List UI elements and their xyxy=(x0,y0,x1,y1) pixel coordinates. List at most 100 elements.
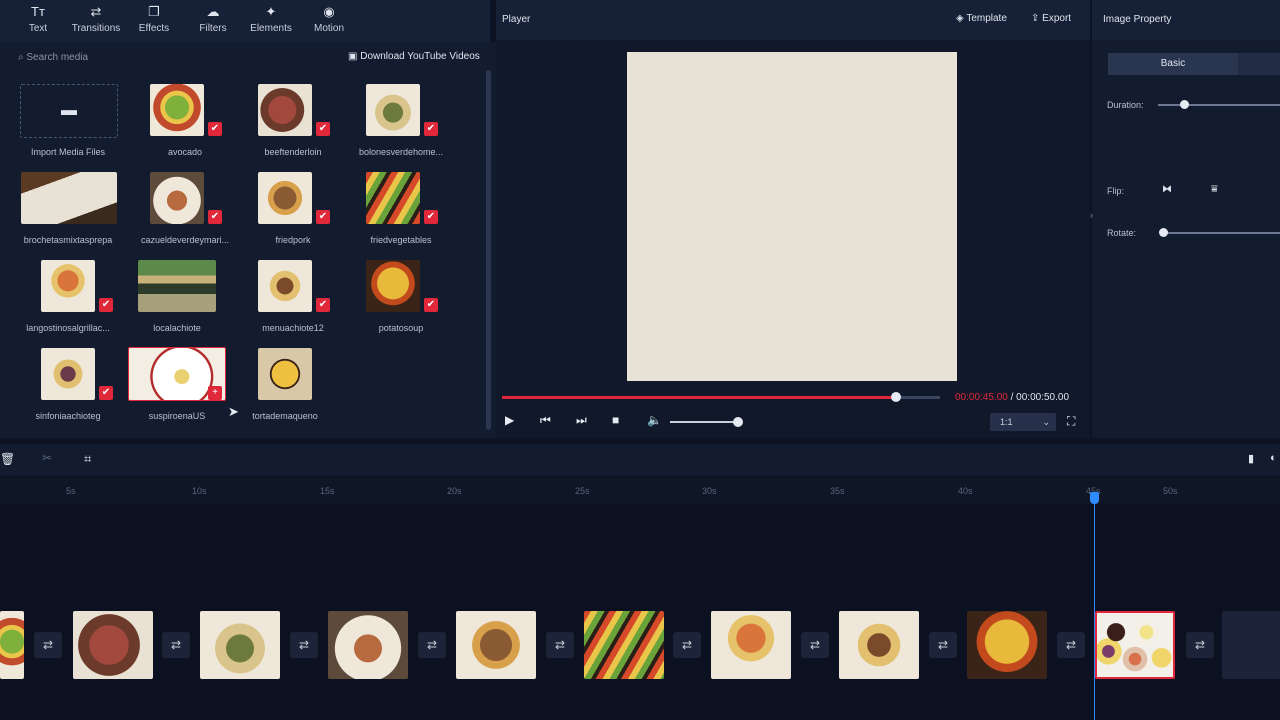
timeline-clip[interactable] xyxy=(967,611,1047,679)
timeline-clip[interactable] xyxy=(584,611,664,679)
transition-icon: ⇄ xyxy=(681,638,693,652)
ruler-tick: 30s xyxy=(702,486,717,496)
media-item-label: menuachiote12 xyxy=(262,323,324,333)
current-time: 00:00:45.00 xyxy=(955,392,1008,403)
mouse-cursor-icon: ➤ xyxy=(228,404,239,419)
zoom-fit-icon[interactable]: ▮ xyxy=(1248,452,1254,465)
media-item[interactable]: ✔ cazueldeverdeymari... xyxy=(130,172,240,258)
import-media-button[interactable]: ▬ xyxy=(20,84,118,138)
next-button[interactable]: ⏭ xyxy=(576,413,587,428)
search-media-input[interactable]: ⌕ Search media xyxy=(18,52,88,63)
volume-button[interactable]: 🔈 xyxy=(647,413,662,427)
duration-slider[interactable] xyxy=(1158,104,1280,106)
check-icon: ✔ xyxy=(316,122,330,136)
media-thumbnail xyxy=(258,260,312,312)
media-item-label: langostinosalgrillac... xyxy=(26,323,110,333)
transition-slot[interactable]: ⇄ xyxy=(418,632,446,658)
media-item[interactable]: ✔ sinfoniaachioteg xyxy=(13,348,123,434)
media-item[interactable]: ✔ bolonesverdehome... xyxy=(346,84,456,170)
playhead-handle[interactable] xyxy=(1090,492,1099,504)
media-item[interactable]: brochetasmixtasprepa xyxy=(13,172,123,258)
check-icon: ✔ xyxy=(316,298,330,312)
fullscreen-button[interactable]: ⛶ xyxy=(1067,414,1075,429)
media-item-label: sinfoniaachioteg xyxy=(35,411,101,421)
media-item[interactable]: ✔ langostinosalgrillac... xyxy=(13,260,123,346)
transition-slot[interactable]: ⇄ xyxy=(290,632,318,658)
total-time: 00:00:50.00 xyxy=(1016,392,1069,403)
media-item[interactable]: ✔ beeftenderloin xyxy=(238,84,348,170)
transition-slot[interactable]: ⇄ xyxy=(1186,632,1214,658)
volume-slider[interactable] xyxy=(670,421,742,423)
rotate-label: Rotate: xyxy=(1107,228,1137,238)
media-item[interactable]: ✔ potatosoup xyxy=(346,260,456,346)
media-item-label: beeftenderloin xyxy=(264,147,322,157)
tab-advanced[interactable] xyxy=(1238,53,1280,75)
timeline-clip[interactable] xyxy=(711,611,791,679)
ruler-tick: 10s xyxy=(192,486,207,496)
media-item-label: brochetasmixtasprepa xyxy=(23,235,113,245)
check-icon: ✔ xyxy=(424,122,438,136)
transition-icon: ⇄ xyxy=(554,638,566,652)
check-icon: ✔ xyxy=(99,298,113,312)
zoom-icon[interactable]: ◐ xyxy=(1270,452,1277,464)
flip-vertical-icon[interactable]: ⩸ xyxy=(1211,183,1218,196)
tool-transitions[interactable]: ⇄ Transitions xyxy=(66,4,126,34)
transition-icon: ⇄ xyxy=(298,638,310,652)
template-button[interactable]: ◈ Template xyxy=(956,13,1007,24)
media-scrollbar[interactable] xyxy=(486,70,491,430)
media-thumbnail xyxy=(258,348,312,400)
export-button[interactable]: ⇪ Export xyxy=(1031,13,1071,24)
tool-text-label: Text xyxy=(28,23,48,34)
media-item[interactable]: ✔ friedpork xyxy=(238,172,348,258)
transition-slot[interactable]: ⇄ xyxy=(162,632,190,658)
tool-text[interactable]: Tт Text xyxy=(8,4,68,34)
tab-basic-label: Basic xyxy=(1160,58,1186,69)
transition-slot[interactable]: ⇄ xyxy=(546,632,574,658)
rotate-handle[interactable] xyxy=(1159,228,1168,237)
rotate-slider[interactable] xyxy=(1160,232,1280,234)
tab-basic[interactable]: Basic xyxy=(1108,53,1238,75)
timeline-clip[interactable] xyxy=(328,611,408,679)
download-youtube-link[interactable]: ▣ Download YouTube Videos xyxy=(348,51,480,62)
ruler-tick: 40s xyxy=(958,486,973,496)
timeline-clip-selected[interactable] xyxy=(1095,611,1175,679)
tool-filters[interactable]: ☁ Filters xyxy=(183,4,243,34)
transition-slot[interactable]: ⇄ xyxy=(801,632,829,658)
media-thumbnail xyxy=(41,348,95,400)
transition-slot[interactable]: ⇄ xyxy=(34,632,62,658)
timeline-clip[interactable] xyxy=(456,611,536,679)
media-item[interactable]: tortademaqueno xyxy=(230,348,340,434)
timeline-clip[interactable] xyxy=(73,611,153,679)
transition-slot[interactable]: ⇄ xyxy=(673,632,701,658)
timeline-clip[interactable] xyxy=(839,611,919,679)
timeline-clip[interactable] xyxy=(0,611,24,679)
empty-clip-slot[interactable] xyxy=(1222,611,1280,679)
tool-motion[interactable]: ◉ Motion xyxy=(299,4,359,34)
media-item-selected[interactable]: + suspiroenaUS xyxy=(122,347,232,434)
media-item[interactable]: ✔ menuachiote12 xyxy=(238,260,348,346)
media-item[interactable]: ✔ friedvegetables xyxy=(346,172,456,258)
transition-slot[interactable]: ⇄ xyxy=(1057,632,1085,658)
flip-horizontal-icon[interactable]: ⧓ xyxy=(1162,184,1172,195)
transitions-icon: ⇄ xyxy=(90,4,102,19)
play-button[interactable]: ▶ xyxy=(505,413,514,427)
duration-handle[interactable] xyxy=(1180,100,1189,109)
time-display: 00:00:45.00 / 00:00:50.00 xyxy=(955,392,1069,403)
collapse-panel-icon[interactable]: › xyxy=(1090,210,1093,220)
previous-button[interactable]: ⏮ xyxy=(540,413,551,428)
delete-icon[interactable]: 🗑 xyxy=(0,452,15,466)
timeline-clip[interactable] xyxy=(200,611,280,679)
transition-slot[interactable]: ⇄ xyxy=(929,632,957,658)
scissors-icon[interactable]: ✂ xyxy=(42,451,52,465)
media-item[interactable]: localachiote xyxy=(122,260,232,346)
media-item[interactable]: ✔ avocado xyxy=(130,84,240,170)
aspect-ratio-select[interactable]: 1:1 ⌄ xyxy=(990,413,1056,431)
ruler-tick: 5s xyxy=(66,486,76,496)
crop-icon[interactable]: ⌗ xyxy=(84,451,91,467)
ruler-tick: 15s xyxy=(320,486,335,496)
tool-elements[interactable]: ✦ Elements xyxy=(241,4,301,34)
stop-button[interactable]: ■ xyxy=(612,413,619,427)
tool-effects[interactable]: ❐ Effects xyxy=(124,4,184,34)
tool-elements-label: Elements xyxy=(250,23,292,34)
media-item-label: friedpork xyxy=(275,235,311,245)
